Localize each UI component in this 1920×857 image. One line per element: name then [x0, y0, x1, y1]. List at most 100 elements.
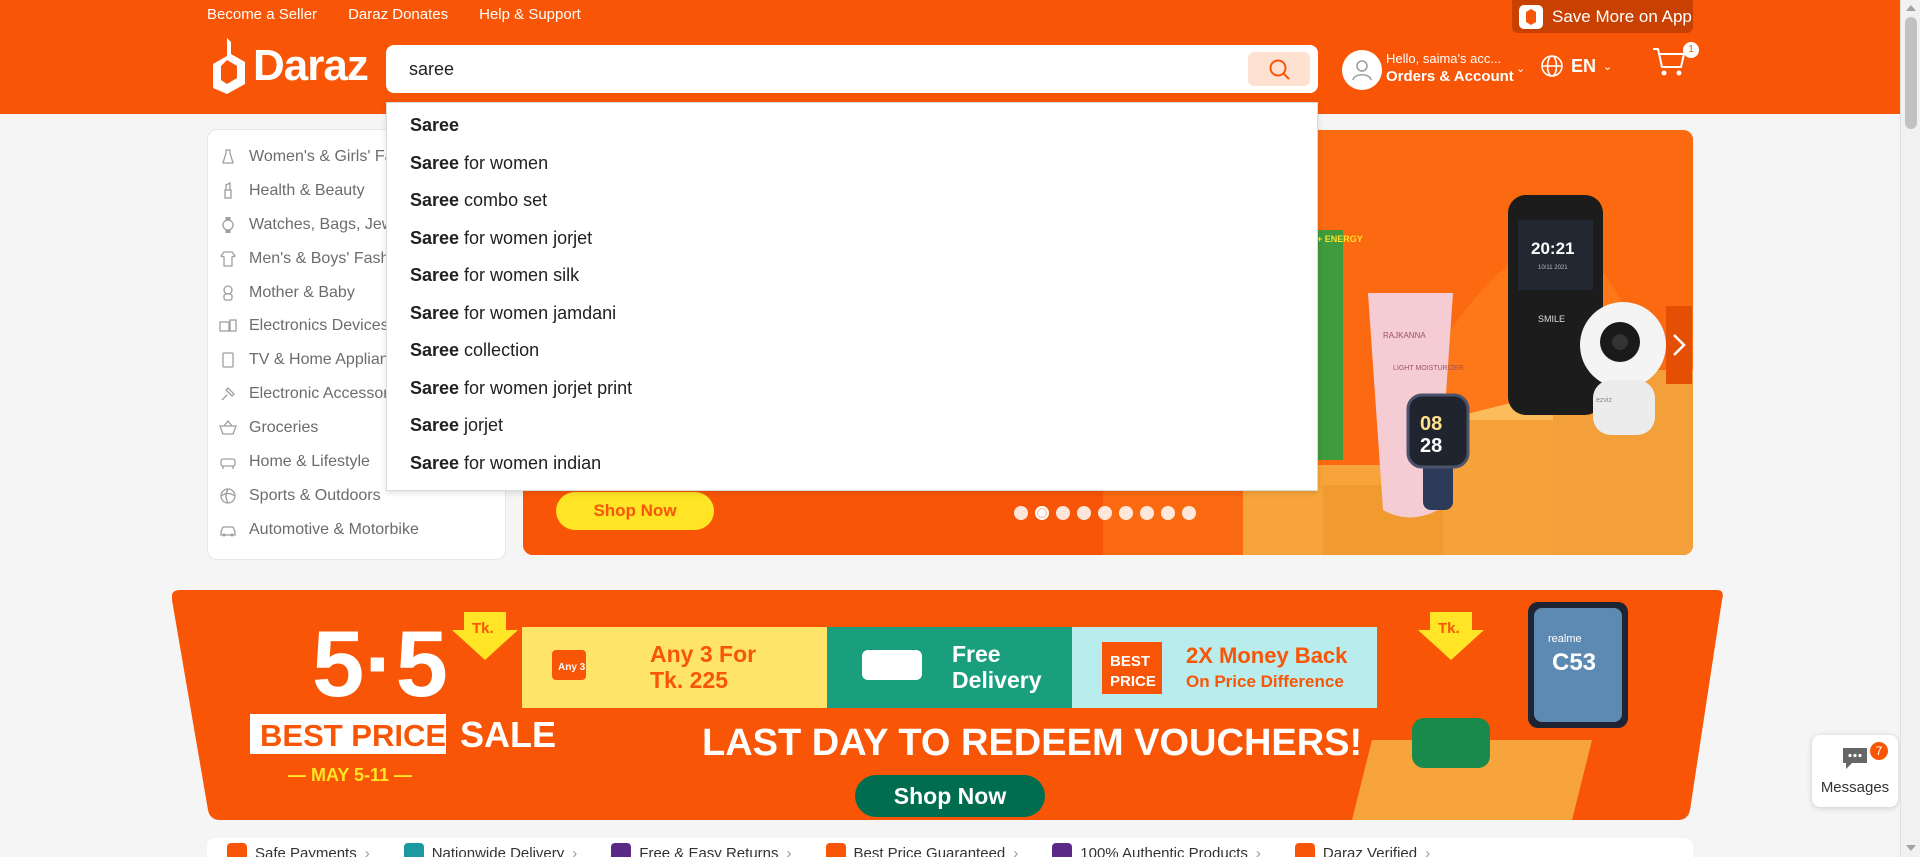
suggestion-rest: for women jorjet — [464, 227, 593, 248]
slider-dot[interactable] — [1182, 506, 1196, 520]
suggestion-item[interactable]: Saree for women jorjet print — [387, 370, 1317, 408]
chevron-right-icon: › — [1425, 844, 1431, 857]
chat-icon — [1843, 748, 1867, 769]
offer1-badge: Any 3 — [558, 662, 586, 673]
slider-dot[interactable] — [1119, 506, 1133, 520]
category-label: Automotive & Motorbike — [249, 520, 419, 538]
help-support-link[interactable]: Help & Support — [479, 6, 581, 23]
devices-icon — [219, 319, 237, 333]
car-icon — [220, 526, 236, 537]
chevron-right-icon: › — [786, 844, 792, 857]
phone-time: 20:21 — [1531, 239, 1574, 258]
language-selector[interactable]: EN ⌄ — [1540, 54, 1612, 78]
feature-icon — [1052, 843, 1073, 857]
feature-label: 100% Authentic Products — [1080, 844, 1248, 857]
feature-item[interactable]: Nationwide Delivery › — [403, 843, 577, 857]
promo-banner[interactable]: 5·5 BEST PRICE SALE — MAY 5-11 — Tk. Tk.… — [172, 590, 1725, 820]
offer3-line1: 2X Money Back — [1186, 643, 1348, 668]
feature-item[interactable]: Daraz Verified › — [1294, 843, 1431, 857]
offer1-line2: Tk. 225 — [650, 667, 728, 693]
promo-phone-model: C53 — [1552, 649, 1596, 676]
search-bar — [386, 45, 1318, 93]
feature-icon — [825, 843, 846, 857]
daraz-logo[interactable]: Daraz — [211, 38, 369, 94]
suggestion-match: Saree — [410, 152, 460, 173]
category-item[interactable]: Automotive & Motorbike — [208, 513, 505, 547]
feature-item[interactable]: 100% Authentic Products › — [1052, 843, 1261, 857]
suggestion-match: Saree — [410, 415, 460, 436]
category-label: Sports & Outdoors — [249, 486, 381, 504]
feature-label: Safe Payments — [255, 844, 357, 857]
suggestion-item[interactable]: Saree for women — [387, 145, 1317, 183]
watch-minute: 28 — [1420, 435, 1442, 457]
slider-dot[interactable] — [1140, 506, 1154, 520]
scroll-down-icon[interactable] — [1906, 845, 1916, 851]
account-menu[interactable]: Hello, saima's acc... Orders & Account — [1386, 50, 1514, 86]
scroll-thumb[interactable] — [1905, 17, 1917, 129]
promo-shop-now-button[interactable]: Shop Now — [855, 775, 1045, 817]
slider-dot[interactable] — [1161, 506, 1175, 520]
feature-item[interactable]: Safe Payments › — [227, 843, 370, 857]
user-icon — [1352, 60, 1372, 81]
shirt-icon — [219, 250, 237, 267]
suggestion-item[interactable]: Saree for women jorjet — [387, 220, 1317, 258]
slider-next-button[interactable] — [1666, 306, 1692, 384]
hero-shop-now-button[interactable]: Shop Now — [556, 492, 714, 530]
chevron-right-icon: › — [364, 844, 370, 857]
language-label: EN — [1571, 55, 1597, 76]
slider-dot[interactable] — [1098, 506, 1112, 520]
search-button[interactable] — [1248, 52, 1310, 86]
offer3-line2: On Price Difference — [1186, 672, 1344, 691]
tv-icon — [222, 352, 234, 368]
save-more-on-app-button[interactable]: Save More on App — [1512, 0, 1693, 33]
search-input[interactable] — [386, 45, 1236, 93]
suggestion-rest: combo set — [464, 190, 548, 211]
slider-dot[interactable] — [1077, 506, 1091, 520]
chevron-down-icon[interactable]: ⌄ — [1516, 62, 1525, 75]
suggestion-rest: for women silk — [464, 265, 580, 286]
suggestion-item[interactable]: Saree combo set — [387, 182, 1317, 220]
offer2-line2: Delivery — [952, 667, 1042, 693]
feature-icon — [227, 843, 247, 857]
messages-widget[interactable]: 7 Messages — [1812, 735, 1898, 807]
suggestion-match: Saree — [410, 340, 460, 361]
suggestion-item[interactable]: Saree jorjet — [387, 407, 1317, 445]
promo-phone-brand: realme — [1548, 633, 1582, 645]
feature-icon — [1294, 843, 1315, 857]
feature-item[interactable]: Free & Easy Returns › — [611, 843, 792, 857]
slider-dot[interactable] — [1035, 506, 1049, 520]
suggestion-item[interactable]: Saree collection — [387, 332, 1317, 370]
feature-icon — [611, 843, 632, 857]
offer3-badge-line1: BEST — [1110, 653, 1150, 670]
suggestion-rest: for women jorjet print — [464, 377, 633, 398]
chevron-right-icon: › — [1255, 844, 1261, 857]
feature-strip: Safe Payments › Nationwide Delivery › Free &… — [207, 838, 1693, 857]
daraz-donates-link[interactable]: Daraz Donates — [348, 6, 448, 23]
suggestion-item[interactable]: Saree — [387, 107, 1317, 145]
suggestion-match: Saree — [410, 452, 460, 473]
watch-icon — [222, 216, 234, 233]
baby-icon — [223, 284, 233, 301]
feature-item[interactable]: Best Price Guaranteed › — [825, 843, 1018, 857]
promo-headline: LAST DAY TO REDEEM VOUCHERS! — [702, 722, 1362, 764]
cart-button[interactable] — [1652, 46, 1686, 83]
feature-label: Free & Easy Returns — [639, 844, 779, 857]
suggestion-item[interactable]: Saree for women silk — [387, 257, 1317, 295]
chevron-right-icon — [1673, 334, 1686, 356]
slider-dot[interactable] — [1056, 506, 1070, 520]
chevron-down-icon: ⌄ — [1603, 60, 1613, 73]
daraz-app-icon — [1519, 4, 1543, 29]
scroll-up-icon[interactable] — [1906, 5, 1916, 11]
suggestion-item[interactable]: Saree for women jamdani — [387, 295, 1317, 333]
logo-text: Daraz — [253, 41, 369, 90]
messages-label: Messages — [1820, 779, 1890, 796]
globe-icon — [1541, 55, 1563, 77]
page-scrollbar[interactable] — [1900, 0, 1920, 857]
camera-brand: ezviz — [1596, 397, 1612, 404]
account-avatar[interactable] — [1342, 50, 1382, 90]
suggestion-item[interactable]: Saree for women indian — [387, 445, 1317, 483]
ball-icon — [220, 488, 236, 504]
watch-hour: 08 — [1420, 413, 1442, 435]
become-seller-link[interactable]: Become a Seller — [207, 6, 317, 23]
slider-dot[interactable] — [1014, 506, 1028, 520]
